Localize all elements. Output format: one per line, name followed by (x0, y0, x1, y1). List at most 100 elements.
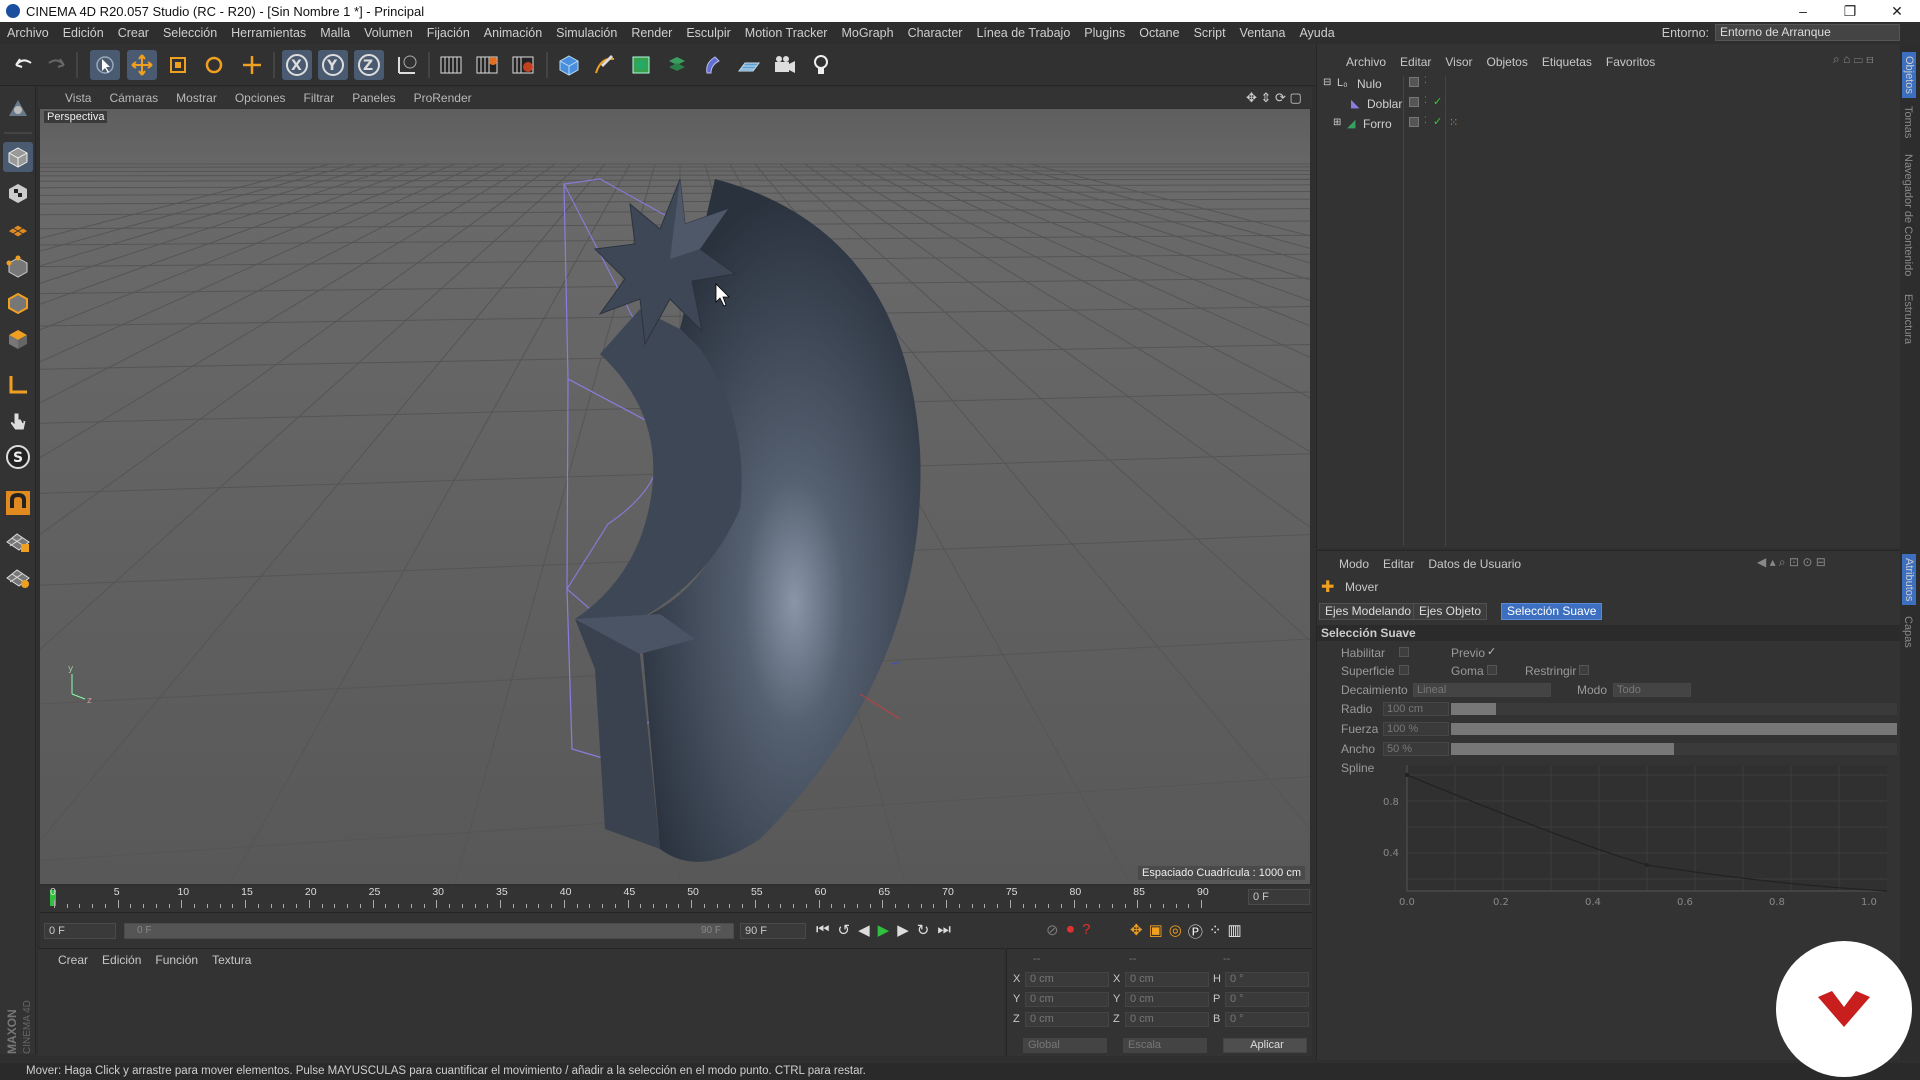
goto-start-icon[interactable]: ⏮ (816, 921, 830, 939)
current-frame-field[interactable]: 0 F (1248, 889, 1310, 905)
rotation-h-field[interactable]: 0 ° (1225, 972, 1309, 987)
attr-menu-datos-usuario[interactable]: Datos de Usuario (1428, 557, 1521, 571)
obj-menu-visor[interactable]: Visor (1438, 55, 1479, 69)
render-view-icon[interactable] (436, 50, 466, 80)
coord-mode-dropdown[interactable]: Escala (1123, 1038, 1207, 1053)
size-x-field[interactable]: 0 cm (1125, 972, 1209, 987)
tab-capas[interactable]: Capas (1902, 616, 1914, 648)
size-z-field[interactable]: 0 cm (1125, 1012, 1209, 1027)
menu-esculpir[interactable]: Esculpir (679, 26, 737, 40)
obj-manager-tools-icons[interactable]: ⌕ ⌂ ▭ ⊟ (1833, 52, 1874, 67)
menu-crear[interactable]: Crear (111, 26, 156, 40)
polygons-mode-icon[interactable] (3, 324, 33, 354)
live-selection-icon[interactable] (90, 50, 120, 80)
ancho-slider[interactable] (1451, 743, 1897, 755)
camera-icon[interactable] (770, 50, 800, 80)
visibility-dots-icon[interactable]: ⁚ (1424, 95, 1427, 106)
goto-end-icon[interactable]: ⏭ (937, 921, 951, 939)
superficie-checkbox[interactable] (1399, 665, 1409, 675)
viewport-menu-vista[interactable]: Vista (56, 91, 100, 105)
loop-icon[interactable]: ↻ (917, 921, 930, 939)
visibility-dots-icon[interactable]: ⁚ (1424, 115, 1427, 126)
workplane-mode-icon[interactable] (3, 214, 33, 244)
obj-menu-archivo[interactable]: Archivo (1339, 55, 1393, 69)
expand-icon[interactable]: ⊞ (1333, 117, 1341, 128)
fuerza-field[interactable]: 100 % (1383, 722, 1449, 736)
key-parameter-icon[interactable]: Ⓟ (1188, 921, 1203, 942)
workplane-planar-icon[interactable] (3, 562, 33, 592)
tab-navegador-contenido[interactable]: Navegador de Contenido (1902, 154, 1914, 276)
position-z-field[interactable]: 0 cm (1025, 1012, 1109, 1027)
key-pla-icon[interactable]: ⁘ (1209, 921, 1222, 942)
apply-button[interactable]: Aplicar (1223, 1038, 1307, 1053)
object-row-doblar[interactable]: ◣ Doblar ⁚ ✓ (1317, 94, 1901, 114)
array-cloner-icon[interactable] (662, 50, 692, 80)
step-back-icon[interactable]: ◀ (858, 921, 870, 939)
range-slider[interactable]: 0 F 90 F (124, 923, 734, 939)
texture-mode-icon[interactable] (3, 178, 33, 208)
object-row-nulo[interactable]: ⊟ L₀ Nulo ⁚ (1317, 74, 1901, 94)
edges-mode-icon[interactable] (3, 288, 33, 318)
object-row-forro[interactable]: ⊞ ◢ Forro ⁚ ✓ ⁙ (1317, 114, 1901, 134)
tab-seleccion-suave[interactable]: Selección Suave (1501, 603, 1603, 620)
menu-simulacion[interactable]: Simulación (549, 26, 624, 40)
object-name[interactable]: Doblar (1367, 97, 1402, 111)
position-x-field[interactable]: 0 cm (1025, 972, 1109, 987)
object-name[interactable]: Nulo (1357, 77, 1382, 91)
viewport-menu-camaras[interactable]: Cámaras (100, 91, 167, 105)
menu-malla[interactable]: Malla (313, 26, 357, 40)
viewport-navigation-icons[interactable]: ✥ ⇕ ⟳ ▢ (1246, 90, 1302, 106)
coord-space-dropdown[interactable]: Global (1023, 1038, 1107, 1053)
viewport-menu-mostrar[interactable]: Mostrar (167, 91, 226, 105)
menu-linea-de-trabajo[interactable]: Línea de Trabajo (969, 26, 1077, 40)
redo-icon[interactable] (42, 50, 72, 80)
maximize-button[interactable]: ❐ (1827, 0, 1873, 22)
ancho-field[interactable]: 50 % (1383, 742, 1449, 756)
make-editable-icon[interactable] (3, 94, 33, 124)
attr-menu-editar[interactable]: Editar (1383, 557, 1414, 571)
previo-checkbox[interactable]: ✓ (1487, 645, 1496, 658)
enabled-check-icon[interactable]: ✓ (1433, 115, 1442, 128)
key-position-icon[interactable]: ✥ (1130, 921, 1143, 942)
tweak-mode-icon[interactable] (3, 406, 33, 436)
key-rotation-icon[interactable]: ◎ (1169, 921, 1182, 942)
move-tool-icon[interactable] (127, 50, 157, 80)
viewport-perspective[interactable]: y z Perspectiva Espaciado Cuadrícula : 1… (40, 109, 1310, 884)
menu-octane[interactable]: Octane (1132, 26, 1186, 40)
viewport-menu-opciones[interactable]: Opciones (226, 91, 295, 105)
material-menu-edicion[interactable]: Edición (102, 953, 141, 967)
subdivision-surface-icon[interactable] (626, 50, 656, 80)
goma-checkbox[interactable] (1487, 665, 1497, 675)
loop-back-icon[interactable]: ↺ (838, 921, 851, 939)
tab-estructura[interactable]: Estructura (1902, 294, 1914, 344)
floor-scene-icon[interactable] (734, 50, 764, 80)
magnet-tool-icon[interactable] (3, 488, 33, 518)
menu-volumen[interactable]: Volumen (357, 26, 420, 40)
light-icon[interactable] (806, 50, 836, 80)
tab-objetos[interactable]: Objetos (1902, 52, 1916, 98)
menu-ayuda[interactable]: Ayuda (1292, 26, 1341, 40)
menu-edicion[interactable]: Edición (56, 26, 111, 40)
snap-icon[interactable]: S (3, 442, 33, 472)
timeline-ruler[interactable]: 0 5 10 15 20 25 30 35 40 45 50 55 60 65 70 75 80 85 90 0 F (40, 886, 1312, 912)
menu-herramientas[interactable]: Herramientas (224, 26, 313, 40)
coordinate-system-icon[interactable] (392, 50, 422, 80)
menu-animacion[interactable]: Animación (477, 26, 549, 40)
tab-atributos[interactable]: Atributos (1902, 554, 1916, 606)
end-frame-field[interactable]: 90 F (740, 923, 806, 939)
points-mode-icon[interactable] (3, 252, 33, 282)
step-forward-icon[interactable]: ▶ (897, 921, 909, 939)
layer-icon[interactable] (1409, 117, 1419, 127)
viewport-menu-prorender[interactable]: ProRender (405, 91, 481, 105)
attr-nav-icons[interactable]: ◀ ▴ ⌕ ⊡ ⊙ ⊟ (1757, 555, 1826, 570)
y-axis-lock-icon[interactable]: Y (318, 50, 348, 80)
z-axis-lock-icon[interactable]: Z (354, 50, 384, 80)
tab-ejes-modelando[interactable]: Ejes Modelando (1319, 603, 1418, 620)
layer-icon[interactable] (1409, 97, 1419, 107)
minimize-button[interactable]: – (1780, 0, 1826, 22)
attr-menu-modo[interactable]: Modo (1339, 557, 1369, 571)
menu-character[interactable]: Character (901, 26, 970, 40)
visibility-dots-icon[interactable]: ⁚ (1424, 75, 1427, 86)
menu-mograph[interactable]: MoGraph (834, 26, 900, 40)
rotation-p-field[interactable]: 0 ° (1225, 992, 1309, 1007)
